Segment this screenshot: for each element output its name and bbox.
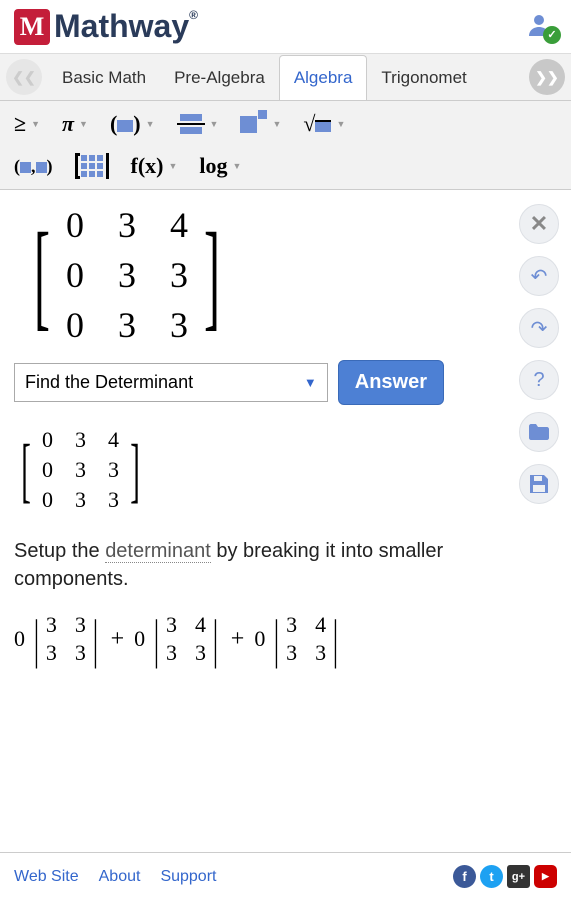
coordinate-tool[interactable]: (,) [14, 156, 53, 177]
undo-button[interactable]: ↶ [519, 256, 559, 296]
footer: Web Site About Support f t g+ ▶ [0, 852, 571, 900]
save-button[interactable] [519, 464, 559, 504]
explanation-text: Setup the determinant by breaking it int… [14, 537, 557, 593]
header: M Mathway® ✓ [0, 0, 571, 53]
fraction-icon [177, 114, 205, 134]
footer-support-link[interactable]: Support [160, 868, 216, 886]
inequality-tool[interactable]: ≥▼ [14, 111, 40, 137]
exponent-icon [240, 116, 267, 133]
facebook-icon[interactable]: f [453, 865, 476, 888]
term-determinant[interactable]: determinant [105, 540, 211, 563]
logo[interactable]: M Mathway® [14, 8, 198, 45]
dropdown-icon: ▼ [304, 375, 317, 390]
exponent-tool[interactable]: ▼ [240, 116, 281, 133]
logo-text: Mathway® [54, 8, 198, 45]
googleplus-icon[interactable]: g+ [507, 865, 530, 888]
operation-select[interactable]: Find the Determinant▼ [14, 363, 328, 402]
verified-check-icon: ✓ [543, 26, 561, 44]
dropdown-icon: ▼ [336, 119, 345, 129]
fraction-tool[interactable]: ▼ [177, 114, 219, 134]
dropdown-icon: ▼ [168, 161, 177, 171]
footer-about-link[interactable]: About [99, 868, 141, 886]
tab-pre-algebra[interactable]: Pre-Algebra [160, 56, 279, 100]
parentheses-tool[interactable]: ()▼ [110, 111, 155, 137]
close-button[interactable]: ✕ [519, 204, 559, 244]
dropdown-icon: ▼ [146, 119, 155, 129]
help-button[interactable]: ? [519, 360, 559, 400]
log-tool[interactable]: log▼ [199, 153, 241, 179]
folder-button[interactable] [519, 412, 559, 452]
tab-trigonometry[interactable]: Trigonomet [367, 56, 480, 100]
user-account-icon[interactable]: ✓ [527, 12, 557, 42]
folder-icon [529, 424, 549, 440]
cofactor-expansion: 0|3333|+0|3433|+0|3433| [14, 609, 557, 669]
logo-icon: M [14, 9, 50, 45]
footer-website-link[interactable]: Web Site [14, 868, 79, 886]
matrix-icon [75, 153, 109, 179]
input-matrix[interactable]: [ 034033033 ] [22, 204, 232, 346]
tabs-prev-button[interactable]: ❮❮ [6, 59, 42, 95]
dropdown-icon: ▼ [79, 119, 88, 129]
answer-button[interactable]: Answer [338, 360, 444, 405]
dropdown-icon: ▼ [233, 161, 242, 171]
function-tool[interactable]: f(x)▼ [131, 153, 178, 179]
tab-basic-math[interactable]: Basic Math [48, 56, 160, 100]
tab-algebra[interactable]: Algebra [279, 55, 368, 100]
save-icon [530, 475, 548, 493]
dropdown-icon: ▼ [210, 119, 219, 129]
result-matrix: [ 034033033 ] [14, 427, 147, 513]
redo-button[interactable]: ↷ [519, 308, 559, 348]
topic-tabs: ❮❮ Basic Math Pre-Algebra Algebra Trigon… [0, 53, 571, 101]
dropdown-icon: ▼ [31, 119, 40, 129]
dropdown-icon: ▼ [272, 119, 281, 129]
matrix-tool[interactable] [75, 153, 109, 179]
side-actions: ✕ ↶ ↷ ? [519, 204, 559, 504]
main-content: ✕ ↶ ↷ ? [ 034033033 ] Find the Determina… [0, 190, 571, 683]
symbol-toolbar: ≥▼ π▼ ()▼ ▼ ▼ √▼ (,) f(x)▼ log▼ [0, 101, 571, 190]
youtube-icon[interactable]: ▶ [534, 865, 557, 888]
tabs-next-button[interactable]: ❯❯ [529, 59, 565, 95]
radical-tool[interactable]: √▼ [303, 111, 345, 137]
twitter-icon[interactable]: t [480, 865, 503, 888]
pi-tool[interactable]: π▼ [62, 111, 88, 137]
